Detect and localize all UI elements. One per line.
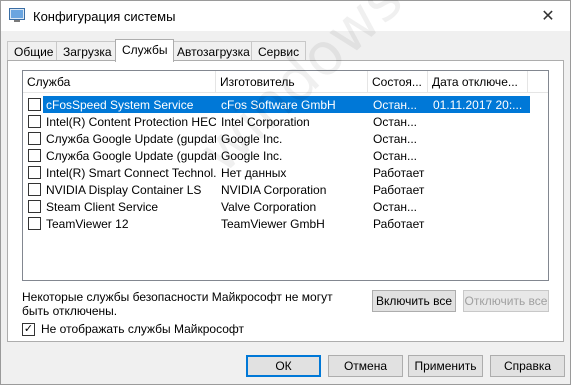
column-header-status[interactable]: Состоя...	[368, 71, 428, 93]
service-vendor: NVIDIA Corporation	[221, 183, 327, 197]
tab-boot[interactable]: Загрузка	[56, 41, 119, 61]
service-status: Остан...	[373, 149, 417, 163]
security-services-note: Некоторые службы безопасности Майкрософт…	[22, 290, 333, 318]
service-name: Служба Google Update (gupdate)	[46, 132, 216, 146]
service-row[interactable]: Intel(R) Content Protection HEC... Intel…	[23, 113, 548, 130]
help-button[interactable]: Справка	[490, 355, 565, 377]
service-checkbox[interactable]	[28, 149, 41, 162]
service-name: Steam Client Service	[46, 200, 159, 214]
enable-all-button[interactable]: Включить все	[372, 290, 456, 312]
ok-button[interactable]: ОК	[246, 355, 321, 377]
hide-microsoft-services-label: Не отображать службы Майкрософт	[41, 322, 245, 336]
service-status: Работает	[373, 217, 425, 231]
service-status: Работает	[373, 183, 425, 197]
services-list[interactable]: Служба Изготовитель Состоя... Дата отклю…	[22, 70, 549, 281]
service-row[interactable]: Steam Client Service Valve Corporation О…	[23, 198, 548, 215]
tab-general[interactable]: Общие	[7, 41, 61, 61]
service-row[interactable]: TeamViewer 12 TeamViewer GmbH Работает	[23, 215, 548, 232]
service-checkbox[interactable]	[28, 166, 41, 179]
service-date: 01.11.2017 20:...	[433, 98, 523, 112]
column-header-service[interactable]: Служба	[23, 71, 216, 93]
tab-services[interactable]: Службы	[115, 39, 175, 62]
service-vendor: Google Inc.	[221, 149, 283, 163]
service-row[interactable]: Служба Google Update (gupdat... Google I…	[23, 147, 548, 164]
service-checkbox[interactable]	[28, 200, 41, 213]
service-status: Работает	[373, 166, 425, 180]
service-checkbox[interactable]	[28, 132, 41, 145]
system-config-window: Конфигурация системы ✕ Общие Загрузка Сл…	[0, 0, 571, 385]
column-header-vendor[interactable]: Изготовитель	[216, 71, 368, 93]
disable-all-button[interactable]: Отключить все	[463, 290, 549, 312]
service-vendor: cFos Software GmbH	[221, 98, 336, 112]
service-vendor: Нет данных	[221, 166, 287, 180]
service-name: Intel(R) Content Protection HEC...	[46, 115, 216, 129]
service-vendor: Valve Corporation	[221, 200, 317, 214]
tab-tools[interactable]: Сервис	[251, 41, 307, 61]
service-name: Служба Google Update (gupdat...	[46, 149, 216, 163]
window-title: Конфигурация системы	[33, 9, 176, 24]
service-row[interactable]: Intel(R) Smart Connect Technol... Нет да…	[23, 164, 548, 181]
service-checkbox[interactable]	[28, 183, 41, 196]
cancel-button[interactable]: Отмена	[328, 355, 403, 377]
service-name: TeamViewer 12	[46, 217, 129, 231]
service-vendor: Google Inc.	[221, 132, 283, 146]
close-button[interactable]: ✕	[534, 5, 562, 27]
services-panel: Служба Изготовитель Состоя... Дата отклю…	[7, 60, 564, 342]
checkmark-icon[interactable]: ✓	[22, 323, 35, 336]
tab-startup[interactable]: Автозагрузка	[170, 41, 257, 61]
service-checkbox[interactable]	[28, 115, 41, 128]
service-status: Остан...	[373, 115, 417, 129]
msconfig-app-icon	[9, 8, 25, 22]
service-status: Остан...	[373, 132, 417, 146]
service-row[interactable]: cFosSpeed System Service cFos Software G…	[23, 96, 548, 113]
service-name: cFosSpeed System Service	[46, 98, 194, 112]
service-name: NVIDIA Display Container LS	[46, 183, 202, 197]
service-name: Intel(R) Smart Connect Technol...	[46, 166, 216, 180]
apply-button[interactable]: Применить	[408, 355, 483, 377]
service-vendor: Intel Corporation	[221, 115, 310, 129]
service-status: Остан...	[373, 200, 417, 214]
service-checkbox[interactable]	[28, 98, 41, 111]
service-checkbox[interactable]	[28, 217, 41, 230]
title-bar: Конфигурация системы ✕	[1, 1, 570, 31]
service-row[interactable]: Служба Google Update (gupdate) Google In…	[23, 130, 548, 147]
list-header: Служба Изготовитель Состоя... Дата отклю…	[23, 71, 548, 93]
column-header-date-disabled[interactable]: Дата отключе...	[428, 71, 528, 93]
service-status: Остан...	[373, 98, 417, 112]
service-row[interactable]: NVIDIA Display Container LS NVIDIA Corpo…	[23, 181, 548, 198]
service-vendor: TeamViewer GmbH	[221, 217, 325, 231]
